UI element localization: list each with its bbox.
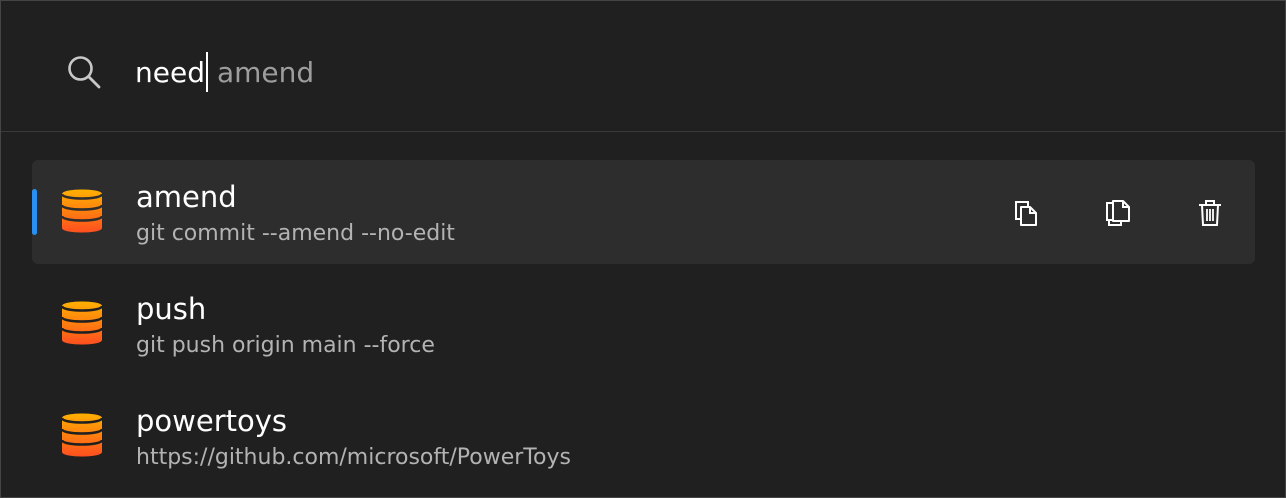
result-subtitle: git push origin main --force — [136, 333, 435, 358]
search-suggestion: amend — [216, 55, 315, 89]
selection-indicator — [32, 189, 37, 235]
text-caret — [205, 52, 208, 92]
result-item-powertoys[interactable]: powertoys https://github.com/microsoft/P… — [32, 384, 1255, 488]
result-title: powertoys — [136, 404, 288, 438]
paste-button[interactable] — [1101, 196, 1135, 230]
run-launcher-window: need amend amend git commit --amend --no-… — [0, 0, 1286, 498]
search-query[interactable]: need — [135, 56, 205, 89]
result-subtitle: https://github.com/microsoft/PowerToys — [136, 445, 571, 470]
copy-button[interactable] — [1009, 196, 1043, 230]
database-icon — [60, 413, 104, 457]
search-bar[interactable]: need amend — [1, 1, 1285, 132]
database-icon — [60, 189, 104, 233]
result-item-push[interactable]: push git push origin main --force — [32, 272, 1255, 376]
copy-icon — [1015, 201, 1037, 226]
result-item-amend[interactable]: amend git commit --amend --no-edit — [32, 160, 1255, 264]
database-icon — [60, 301, 104, 345]
result-title: push — [136, 292, 207, 326]
result-actions — [1009, 196, 1227, 228]
search-input[interactable]: need amend — [135, 52, 314, 92]
delete-icon — [1199, 200, 1221, 226]
paste-icon — [1106, 200, 1130, 226]
result-title: amend — [136, 180, 237, 214]
result-subtitle: git commit --amend --no-edit — [136, 221, 455, 246]
search-icon — [68, 56, 101, 89]
delete-button[interactable] — [1193, 196, 1227, 230]
